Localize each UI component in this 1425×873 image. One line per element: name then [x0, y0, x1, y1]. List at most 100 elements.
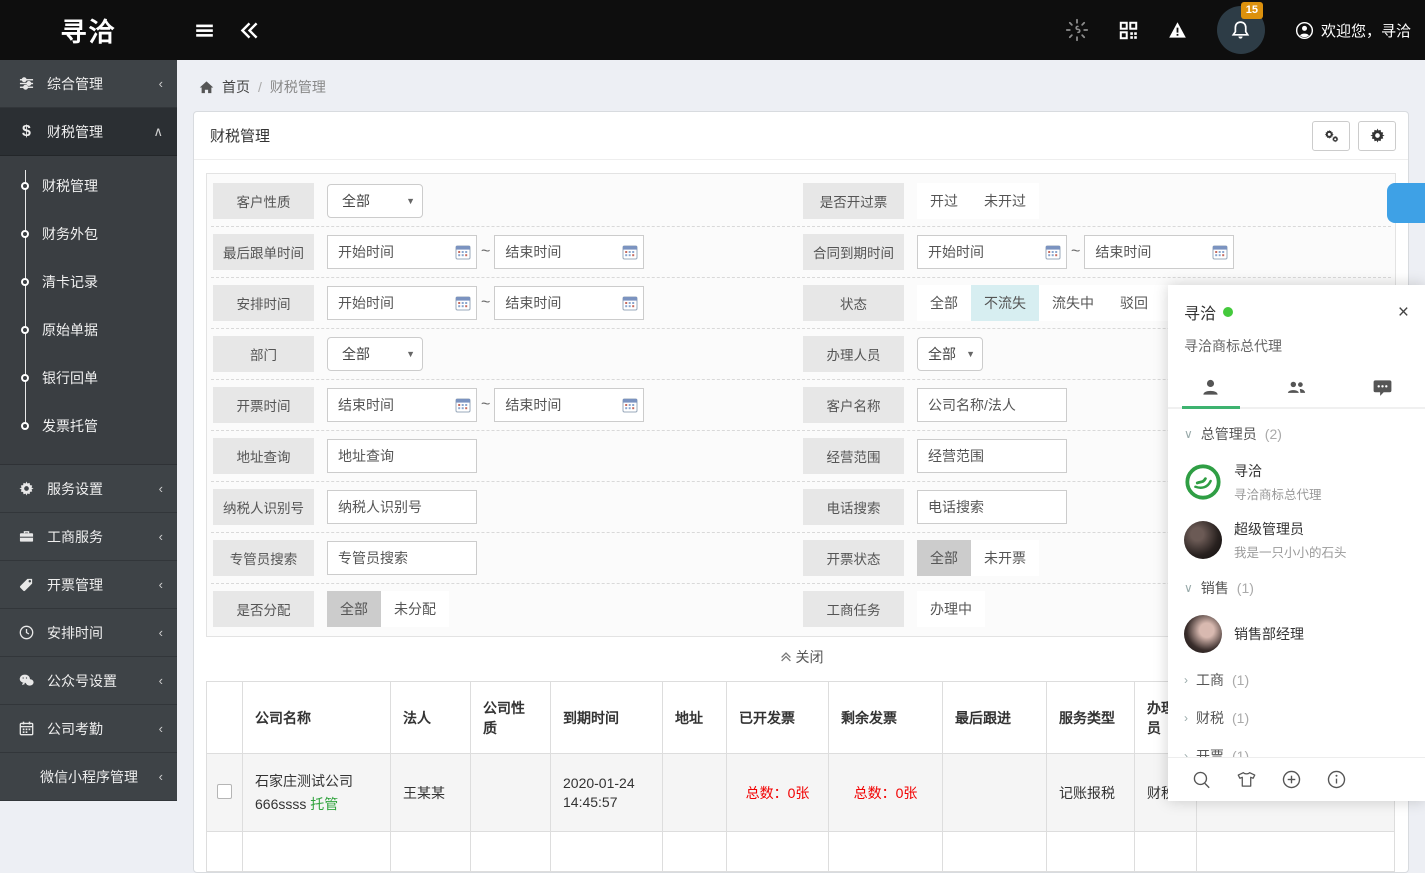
option-未开过[interactable]: 未开过: [971, 183, 1039, 219]
sidebar-item-5[interactable]: 安排时间‹: [0, 609, 177, 657]
chevron-left-icon: ‹: [159, 481, 163, 496]
quick-widget-button[interactable]: [1387, 183, 1425, 223]
settings-button[interactable]: [1358, 121, 1396, 151]
calendar-picker-icon[interactable]: [622, 397, 638, 413]
sidebar-subitem-4[interactable]: 银行回单: [0, 354, 177, 402]
calendar-picker-icon[interactable]: [1212, 244, 1228, 260]
tshirt-icon[interactable]: [1237, 770, 1256, 789]
info-circle-icon[interactable]: [1327, 770, 1346, 789]
chat-tab-1[interactable]: [1254, 366, 1340, 407]
option-不流失[interactable]: 不流失: [971, 285, 1039, 321]
plus-circle-icon[interactable]: [1282, 770, 1301, 789]
user-menu[interactable]: 欢迎您，寻洽: [1295, 20, 1411, 41]
panel-header: 财税管理: [194, 112, 1408, 160]
option-驳回[interactable]: 驳回: [1107, 285, 1161, 321]
columns-settings-button[interactable]: [1312, 121, 1350, 151]
sidebar-subitem-0[interactable]: 财税管理: [0, 162, 177, 210]
chevron-left-icon: ‹: [159, 577, 163, 592]
calendar-picker-icon[interactable]: [455, 397, 471, 413]
collapse-sidebar-icon[interactable]: [240, 21, 259, 40]
option-全部[interactable]: 全部: [327, 591, 381, 627]
bubble-icon: [1373, 378, 1392, 397]
welcome-text: 欢迎您，寻洽: [1321, 20, 1411, 41]
row-checkbox[interactable]: [217, 784, 232, 799]
安排时间-end-date-input: [494, 286, 644, 320]
company-nature-cell: [471, 754, 551, 832]
办理人员-select[interactable]: 全部▼: [917, 337, 983, 371]
option-流失中[interactable]: 流失中: [1039, 285, 1107, 321]
chat-group-4[interactable]: ›开票(1): [1168, 737, 1425, 757]
breadcrumb-home[interactable]: 首页: [222, 77, 250, 97]
calendar-picker-icon[interactable]: [455, 244, 471, 260]
loading-spinner-icon[interactable]: [1065, 18, 1089, 42]
客户名称-input[interactable]: [917, 388, 1067, 422]
sidebar-subitem-2[interactable]: 清卡记录: [0, 258, 177, 306]
option-未开票[interactable]: 未开票: [971, 540, 1039, 576]
double-chevron-up-icon: [779, 650, 793, 664]
person-icon: [1201, 378, 1220, 397]
chat-tab-2[interactable]: [1339, 366, 1425, 407]
chat-member-销售部经理[interactable]: 销售部经理: [1168, 607, 1425, 661]
纳税人识别号-input[interactable]: [327, 490, 477, 524]
search-icon[interactable]: [1192, 770, 1211, 789]
notifications-button[interactable]: 15: [1217, 6, 1265, 54]
ticket-icon: [18, 577, 35, 592]
chat-tab-0[interactable]: [1168, 366, 1254, 407]
chat-group-0[interactable]: ∨总管理员(2): [1168, 415, 1425, 453]
sidebar-item-0[interactable]: 综合管理‹: [0, 60, 177, 108]
经营范围-input[interactable]: [917, 439, 1067, 473]
sidebar-subitem-label: 发票托管: [42, 416, 98, 436]
col-header-公司性质: 公司性质: [471, 682, 551, 754]
sidebar-item-2[interactable]: 服务设置‹: [0, 465, 177, 513]
qr-code-icon[interactable]: [1119, 21, 1138, 40]
option-办理中[interactable]: 办理中: [917, 591, 985, 627]
calendar-picker-icon[interactable]: [622, 244, 638, 260]
option-全部[interactable]: 全部: [917, 540, 971, 576]
calendar-picker-icon[interactable]: [622, 295, 638, 311]
sidebar-item-3[interactable]: 工商服务‹: [0, 513, 177, 561]
chat-subtitle: 寻洽商标总代理: [1168, 324, 1425, 360]
calendar-picker-icon[interactable]: [455, 295, 471, 311]
sidebar-subitem-3[interactable]: 原始单据: [0, 306, 177, 354]
sidebar-item-label: 工商服务: [47, 527, 159, 547]
sidebar-subitem-5[interactable]: 发票托管: [0, 402, 177, 450]
hosting-tag: 托管: [310, 796, 338, 812]
tree-dot-icon: [21, 278, 29, 286]
warning-icon[interactable]: [1168, 21, 1187, 40]
sidebar-item-6[interactable]: 公众号设置‹: [0, 657, 177, 705]
sidebar-item-label: 微信小程序管理: [40, 767, 159, 787]
地址查询-input[interactable]: [327, 439, 477, 473]
chat-group-2[interactable]: ›工商(1): [1168, 661, 1425, 699]
tree-dot-icon: [21, 374, 29, 382]
部门-select[interactable]: 全部▼: [327, 337, 423, 371]
chat-close-icon[interactable]: ×: [1398, 303, 1409, 322]
客户性质-select[interactable]: 全部▼: [327, 184, 423, 218]
sidebar-item-7[interactable]: 公司考勤‹: [0, 705, 177, 753]
chat-member-超级管理员[interactable]: 超级管理员我是一只小小的石头: [1168, 511, 1425, 569]
sidebar-item-8[interactable]: 微信小程序管理‹: [0, 753, 177, 801]
sidebar-item-1[interactable]: $财税管理∧: [0, 108, 177, 156]
option-全部[interactable]: 全部: [917, 285, 971, 321]
filter-label: 是否分配: [213, 591, 314, 627]
calendar-picker-icon[interactable]: [1045, 244, 1061, 260]
invoiced-count-cell: 总数：0张: [727, 754, 829, 832]
avatar: [1184, 463, 1222, 501]
filter-label: 地址查询: [213, 438, 314, 474]
option-开过[interactable]: 开过: [917, 183, 971, 219]
top-bar: 寻洽 15 欢迎您，寻洽: [0, 0, 1425, 60]
filter-row-0: 客户性质全部▼是否开过票开过未开过: [211, 176, 1391, 227]
sidebar-subitem-1[interactable]: 财务外包: [0, 210, 177, 258]
select-value: 全部: [928, 344, 956, 364]
专管员搜索-input[interactable]: [327, 541, 477, 575]
chat-group-3[interactable]: ›财税(1): [1168, 699, 1425, 737]
option-未分配[interactable]: 未分配: [381, 591, 449, 627]
电话搜索-input[interactable]: [917, 490, 1067, 524]
sidebar-item-4[interactable]: 开票管理‹: [0, 561, 177, 609]
hamburger-menu-icon[interactable]: [195, 21, 214, 40]
chat-member-寻洽[interactable]: 寻洽寻洽商标总代理: [1168, 453, 1425, 511]
chat-group-1[interactable]: ∨销售(1): [1168, 569, 1425, 607]
chevron-left-icon: ‹: [159, 76, 163, 91]
filter-label: 部门: [213, 336, 314, 372]
group-count: (1): [1232, 710, 1249, 726]
breadcrumb: 首页 / 财税管理: [177, 60, 1425, 111]
